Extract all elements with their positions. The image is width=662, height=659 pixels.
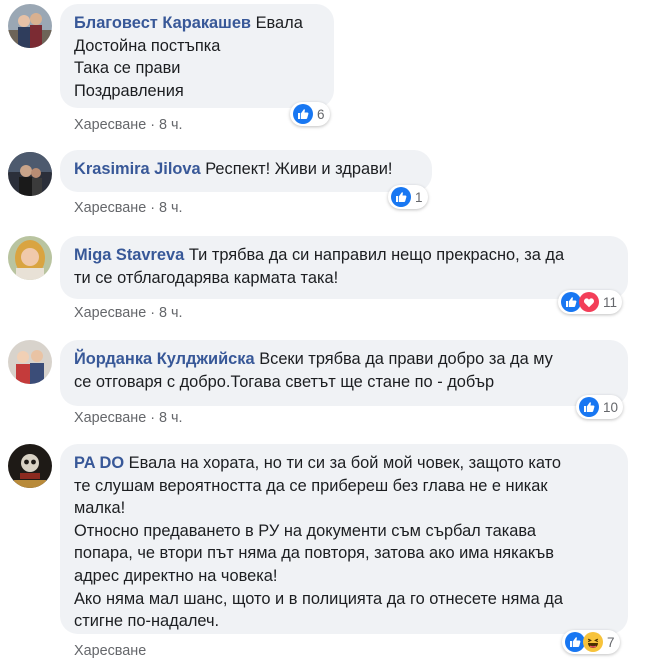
comment-actions: Харесване · 8 ч. <box>74 200 183 216</box>
like-link[interactable]: Харесване <box>74 200 146 216</box>
avatar[interactable] <box>8 152 52 196</box>
comment-text-continued: Достойна постъпка Така се прави Поздравл… <box>74 36 221 100</box>
comment-text-continued: се отговаря с добро.Тогава светът ще ста… <box>74 372 495 391</box>
timestamp[interactable]: 8 ч. <box>159 410 183 426</box>
reaction-summary[interactable]: 10 <box>576 395 624 419</box>
reaction-count: 7 <box>607 634 615 650</box>
reaction-summary[interactable]: 7 <box>562 630 620 654</box>
reaction-count: 11 <box>603 294 618 310</box>
reaction-count: 10 <box>603 399 619 415</box>
haha-icon <box>583 632 603 652</box>
comment-text-continued: ти се отблагодарява кармата така! <box>74 268 339 287</box>
comment-actions: Харесване <box>74 643 146 659</box>
avatar[interactable] <box>8 236 52 280</box>
commenter-name[interactable]: Krasimira Jilova <box>74 160 201 178</box>
reaction-summary[interactable]: 1 <box>388 185 428 209</box>
commenter-name[interactable]: Miga Stavreva <box>74 246 184 264</box>
like-icon <box>293 104 313 124</box>
comment-bubble: Йорданка Кулджийска Всеки трябва да прав… <box>60 340 628 406</box>
reaction-summary[interactable]: 11 <box>558 290 623 314</box>
like-icon <box>391 187 411 207</box>
avatar[interactable] <box>8 444 52 488</box>
timestamp[interactable]: 8 ч. <box>159 200 183 216</box>
like-link[interactable]: Харесване <box>74 117 146 133</box>
like-icon <box>565 632 585 652</box>
like-icon <box>561 292 581 312</box>
comment-text-continued: те слушам вероятността да се прибереш бе… <box>74 476 563 631</box>
like-link[interactable]: Харесване <box>74 643 146 659</box>
comment-actions: Харесване · 8 ч. <box>74 305 183 321</box>
reaction-count: 1 <box>415 189 423 205</box>
commenter-name[interactable]: Благовест Каракашев <box>74 14 251 32</box>
reaction-summary[interactable]: 6 <box>290 102 330 126</box>
timestamp[interactable]: 8 ч. <box>159 117 183 133</box>
comment-text: Евала на хората, но ти си за бой мой чов… <box>128 454 562 472</box>
comment-bubble: Krasimira Jilova Респект! Живи и здрави! <box>60 150 432 192</box>
comment-text: Респект! Живи и здрави! <box>205 160 393 178</box>
comment-bubble: Miga Stavreva Ти трябва да си направил н… <box>60 236 628 299</box>
comment-actions: Харесване · 8 ч. <box>74 410 183 426</box>
avatar[interactable] <box>8 340 52 384</box>
comment-bubble: Благовест Каракашев Евала Достойна постъ… <box>60 4 334 108</box>
timestamp[interactable]: 8 ч. <box>159 305 183 321</box>
like-icon <box>579 397 599 417</box>
reaction-count: 6 <box>317 106 325 122</box>
heart-icon <box>579 292 599 312</box>
avatar[interactable] <box>8 4 52 48</box>
commenter-name[interactable]: Йорданка Кулджийска <box>74 350 255 368</box>
like-link[interactable]: Харесване <box>74 305 146 321</box>
like-link[interactable]: Харесване <box>74 410 146 426</box>
comment-text: Ти трябва да си направил нещо прекрасно,… <box>188 246 565 264</box>
comment-actions: Харесване · 8 ч. <box>74 117 183 133</box>
comment-bubble: PA DO Евала на хората, но ти си за бой м… <box>60 444 628 634</box>
comment-text: Всеки трябва да прави добро за да му <box>259 350 553 368</box>
comment-text: Евала <box>255 14 303 32</box>
commenter-name[interactable]: PA DO <box>74 454 124 472</box>
